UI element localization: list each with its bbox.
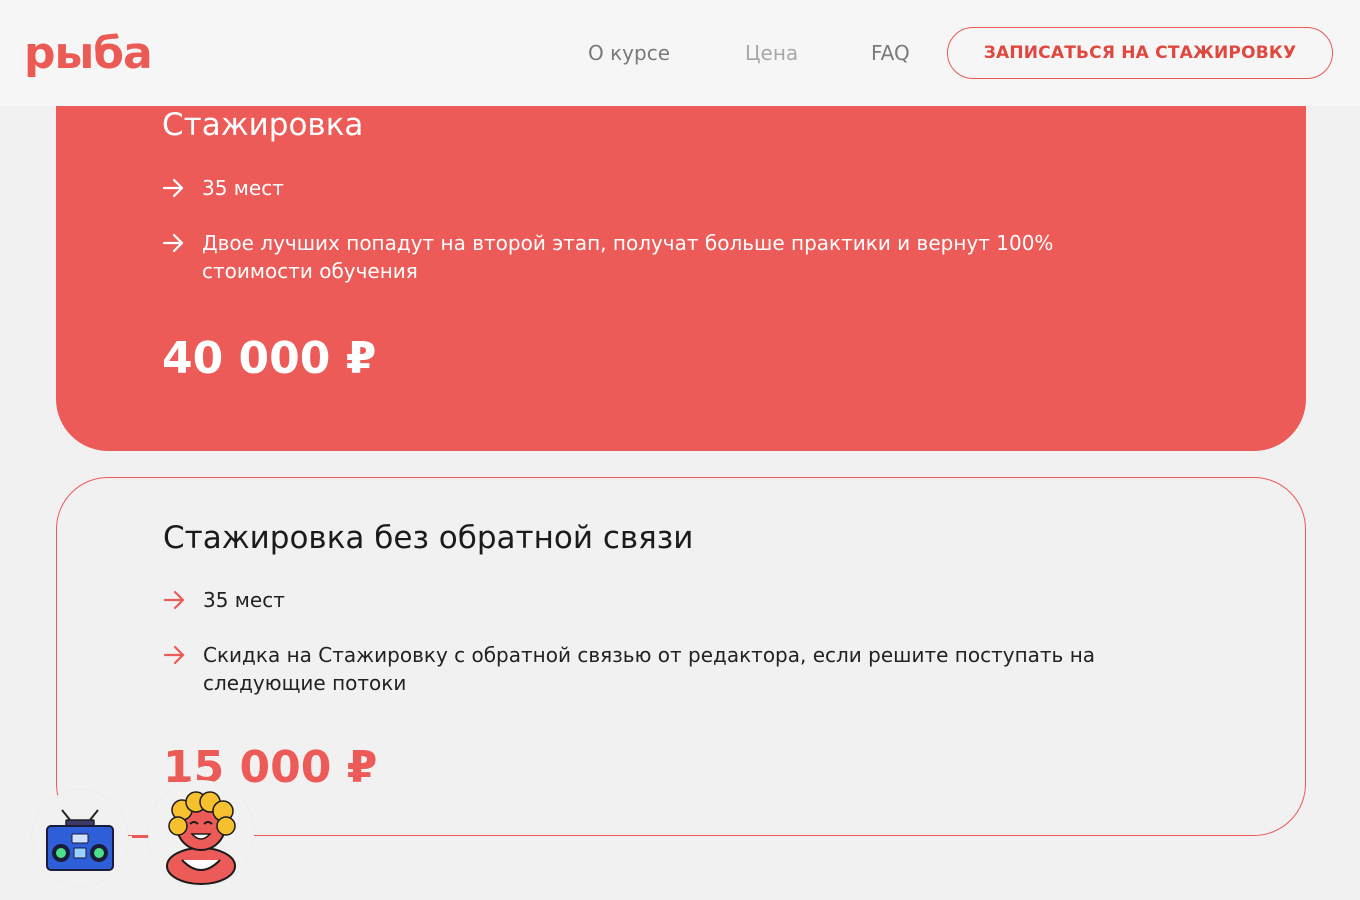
floating-widgets (20, 780, 260, 890)
plan-feature-text: 35 мест (203, 588, 285, 612)
plan-feature-text: 35 мест (202, 176, 284, 200)
plan-feature-text: Скидка на Стажировку с обратной связью о… (203, 643, 1096, 695)
mascot-avatar-icon[interactable] (148, 780, 254, 886)
plan-features: 35 мест Скидка на Стажировку с обратной … (163, 586, 1163, 724)
nav-link-price[interactable]: Цена (745, 38, 798, 68)
signup-internship-button[interactable]: ЗАПИСАТЬСЯ НА СТАЖИРОВКУ (947, 27, 1333, 79)
plan-feature-item: Скидка на Стажировку с обратной связью о… (163, 641, 1163, 697)
plan-features: 35 мест Двое лучших попадут на второй эт… (162, 174, 1162, 312)
plan-feature-item: Двое лучших попадут на второй этап, полу… (162, 229, 1162, 285)
site-header: рыба О курсе Цена FAQ ЗАПИСАТЬСЯ НА СТАЖ… (0, 0, 1360, 106)
plan-feature-item: 35 мест (162, 174, 1162, 202)
nav-link-about[interactable]: О курсе (588, 38, 670, 68)
boombox-icon-graphic (46, 809, 114, 871)
nav-link-faq[interactable]: FAQ (871, 38, 910, 68)
arrow-right-icon (163, 590, 185, 610)
plan-title: Стажировка без обратной связи (163, 520, 694, 556)
logo[interactable]: рыба (24, 28, 153, 80)
mascot-avatar-graphic (166, 791, 236, 885)
plan-price: 40 000 ₽ (162, 333, 377, 384)
plan-title: Стажировка (162, 107, 364, 143)
arrow-right-icon (162, 178, 184, 198)
boombox-icon[interactable] (32, 790, 128, 886)
plan-feature-text: Двое лучших попадут на второй этап, полу… (202, 231, 1054, 283)
arrow-right-icon (162, 233, 184, 253)
arrow-right-icon (163, 645, 185, 665)
plan-feature-item: 35 мест (163, 586, 1163, 614)
